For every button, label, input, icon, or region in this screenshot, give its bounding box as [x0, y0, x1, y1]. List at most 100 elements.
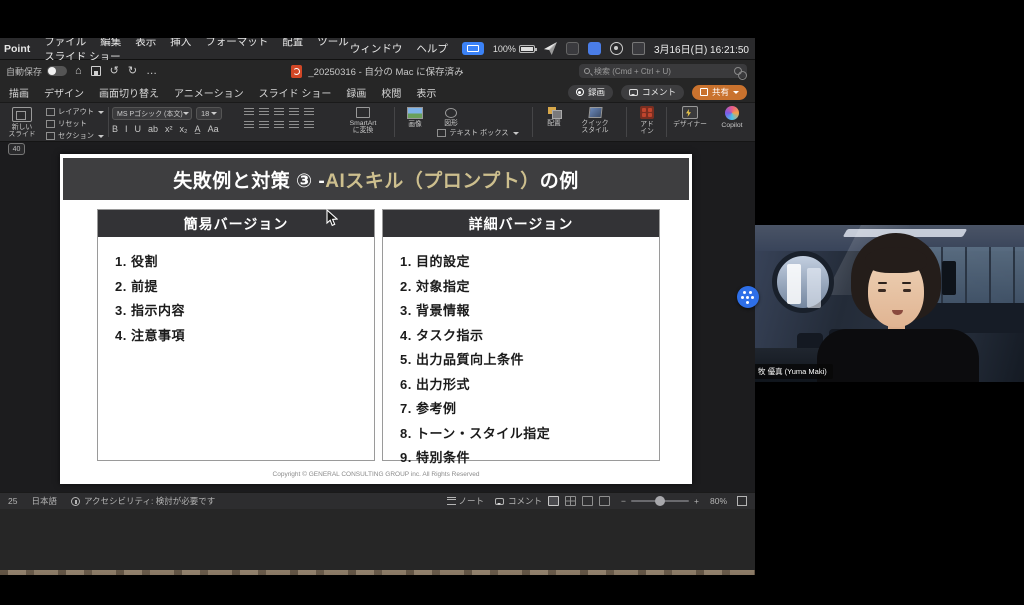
menu-item[interactable]: ウィンドウ [350, 41, 403, 56]
more-commands-icon[interactable]: … [146, 65, 157, 77]
reading-view-button[interactable] [582, 496, 594, 506]
format-button[interactable]: A̲ [195, 124, 201, 134]
slide-sorter-view-button[interactable] [565, 496, 577, 506]
ribbon-tab[interactable]: 校閲 [381, 85, 401, 100]
justify-icon[interactable] [289, 121, 299, 130]
calendar-icon[interactable] [565, 42, 579, 55]
notes-button[interactable]: ノート [446, 495, 484, 507]
ribbon-tab[interactable]: スライド ショー [259, 85, 332, 100]
comments-button[interactable]: コメント [620, 84, 684, 100]
person-shirt [817, 329, 979, 382]
format-button[interactable]: x₂ [180, 124, 188, 134]
home-icon[interactable]: ⌂ [75, 65, 82, 77]
menu-item[interactable]: ツール [317, 38, 349, 48]
slideshow-view-button[interactable] [599, 496, 611, 506]
designer-button[interactable]: デザイナー [670, 104, 710, 128]
ribbon-tab[interactable]: アニメーション [174, 85, 244, 100]
accessibility-status[interactable]: アクセシビリティ: 検討が必要です [70, 495, 215, 507]
format-button[interactable]: U [135, 124, 142, 134]
record-menu-icon[interactable] [609, 42, 623, 55]
share-button[interactable]: 共有 [691, 84, 747, 100]
link-icon [734, 67, 747, 80]
text-direction-icon[interactable] [304, 108, 314, 117]
columns-icon[interactable] [304, 121, 314, 130]
line-spacing-icon[interactable] [289, 108, 299, 117]
screen-sharing-indicator-icon[interactable] [461, 42, 484, 55]
zoom-out-button[interactable]: − [621, 496, 626, 506]
menu-item[interactable]: 配置 [282, 38, 303, 48]
floating-app-button[interactable] [737, 286, 759, 308]
menu-item[interactable]: 編集 [100, 38, 121, 48]
menu-item[interactable]: 表示 [135, 38, 156, 48]
picture-button[interactable]: 画像 [400, 104, 430, 128]
align-left-icon[interactable] [244, 121, 254, 130]
autosave-toggle[interactable] [47, 66, 68, 76]
format-button[interactable]: Aa [208, 124, 219, 134]
copilot-button[interactable]: Copilot [712, 104, 752, 129]
app-menu-powerpoint[interactable]: Point [4, 43, 30, 55]
format-button[interactable]: ab [148, 124, 158, 134]
ribbon-tab[interactable]: 画面切り替え [99, 85, 159, 100]
slide-title-highlight: AIスキル（プロンプト） [325, 170, 540, 192]
copilot-icon [725, 106, 739, 120]
undo-icon[interactable]: ↺ [110, 65, 119, 77]
search-icon [584, 68, 590, 74]
font-name-select[interactable]: MS Pゴシック (本文) [112, 107, 192, 120]
align-right-icon[interactable] [274, 121, 284, 130]
language-indicator[interactable]: 日本語 [31, 495, 57, 507]
ribbon-tab[interactable]: デザイン [44, 85, 84, 100]
camera-menu-icon[interactable] [631, 42, 645, 55]
zoom-level[interactable]: 80% [710, 496, 727, 506]
comment-icon [628, 88, 638, 96]
normal-view-button[interactable] [548, 496, 560, 506]
layout-button[interactable]: レイアウト [46, 106, 106, 118]
ribbon-tab[interactable]: 録画 [346, 85, 366, 100]
addins-button[interactable]: アド イン [632, 104, 662, 136]
smartart-button[interactable]: SmartArt に変換 [336, 104, 390, 135]
fit-slide-icon[interactable] [737, 496, 747, 506]
textbox-button[interactable]: テキスト ボックス [432, 127, 524, 139]
format-button[interactable]: x² [165, 124, 173, 134]
menu-item[interactable]: 挿入 [170, 38, 191, 48]
numbered-list-icon[interactable] [259, 108, 269, 117]
smartart-icon [356, 107, 370, 118]
paragraph-group [244, 108, 330, 134]
zoom-in-button[interactable]: + [694, 496, 699, 506]
paper-plane-icon[interactable] [543, 42, 557, 55]
format-button[interactable]: B [112, 124, 118, 134]
slide-canvas[interactable]: 失敗例と対策 ③ - AIスキル（プロンプト） の例 簡易バージョン 1. 役割… [60, 154, 692, 484]
align-center-icon[interactable] [259, 121, 269, 130]
format-button[interactable]: I [125, 124, 128, 134]
bullet-list-icon[interactable] [244, 108, 254, 117]
list-item: 4. タスク指示 [400, 327, 484, 343]
section-icon [46, 132, 55, 140]
save-icon[interactable] [90, 66, 101, 76]
font-size-select[interactable]: 18 [196, 107, 222, 120]
menu-item[interactable]: ヘルプ [416, 41, 448, 56]
ribbon-tab[interactable]: 描画 [9, 85, 29, 100]
comments-panel-button[interactable]: コメント [495, 495, 542, 507]
zoom-slider-knob[interactable] [655, 496, 666, 506]
slide-title: 失敗例と対策 ③ - AIスキル（プロンプト） の例 [63, 158, 689, 200]
new-slide-button[interactable]: 新しい スライド [4, 104, 40, 139]
macos-menu-bar: Point ファイル 編集 表示 挿入 フォーマット 配置 ツールスライド ショー ウィンド… [0, 38, 755, 63]
arrange-button[interactable]: 配置 [538, 104, 570, 127]
ribbon-tab[interactable]: 表示 [416, 85, 436, 100]
menu-item[interactable]: ファイル [44, 38, 86, 48]
redo-icon[interactable]: ↻ [128, 65, 137, 77]
shapes-button[interactable]: 図形 [436, 104, 466, 127]
search-input[interactable]: 検索 (Cmd + Ctrl + U) [579, 64, 747, 80]
indent-icon[interactable] [274, 108, 284, 117]
reset-button[interactable]: リセット [46, 118, 106, 130]
list-item: 4. 注意事項 [115, 327, 185, 343]
input-source-icon[interactable] [587, 42, 601, 55]
arrange-icon [547, 107, 562, 119]
battery-percent: 100% [492, 43, 516, 54]
section-button[interactable]: セクション [46, 130, 106, 142]
menu-bar-clock[interactable]: 3月16日(日) 16:21:50 [654, 41, 749, 56]
menu-item[interactable]: フォーマット [205, 38, 268, 48]
quick-styles-button[interactable]: クイック スタイル [574, 104, 616, 135]
record-button[interactable]: 録画 [567, 84, 613, 100]
zoom-slider[interactable] [631, 496, 690, 506]
list-item: 2. 対象指定 [400, 278, 470, 294]
